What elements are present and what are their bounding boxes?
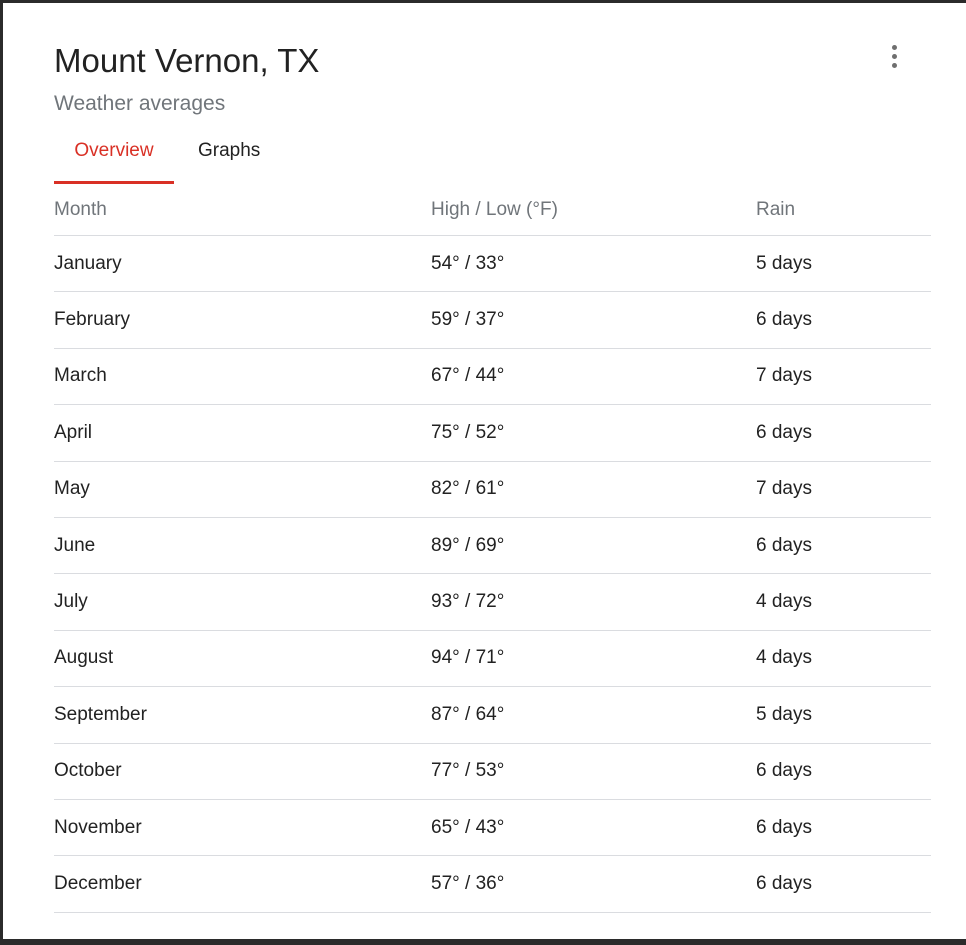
rain-cell: 6 days: [756, 421, 812, 443]
more-vert-icon: [891, 44, 897, 50]
rain-cell: 7 days: [756, 478, 812, 500]
weather-table: Month High / Low (°F) Rain January 54° / …: [54, 184, 931, 913]
rain-cell: 7 days: [756, 365, 812, 387]
temp-cell: 57° / 36°: [431, 872, 505, 894]
table-row: October 77° / 53° 6 days: [54, 744, 931, 800]
rain-cell: 6 days: [756, 872, 812, 894]
month-cell: November: [54, 816, 142, 838]
month-cell: May: [54, 478, 90, 500]
table-body: January 54° / 33° 5 days February 59° / 37° 6…: [54, 236, 931, 913]
more-vert-icon-dot: [891, 53, 897, 59]
month-cell: December: [54, 872, 142, 894]
rain-cell: 6 days: [756, 534, 812, 556]
table-row: March 67° / 44° 7 days: [54, 349, 931, 406]
month-cell: July: [54, 591, 88, 613]
temp-cell: 94° / 71°: [431, 647, 505, 669]
column-header-temp: High / Low (°F): [431, 198, 558, 220]
weather-card: Mount Vernon, TX Weather averages Overvi…: [3, 3, 966, 939]
temp-cell: 93° / 72°: [431, 591, 505, 613]
page-subtitle: Weather averages: [54, 92, 226, 115]
rain-cell: 4 days: [756, 591, 812, 613]
table-row: May 82° / 61° 7 days: [54, 462, 931, 518]
table-row: June 89° / 69° 6 days: [54, 518, 931, 575]
more-options-button[interactable]: [879, 41, 909, 71]
month-cell: June: [54, 534, 96, 556]
temp-cell: 54° / 33°: [431, 252, 505, 274]
month-cell: April: [54, 421, 93, 443]
more-vert-icon-dot: [891, 62, 897, 68]
month-cell: August: [54, 647, 114, 669]
month-cell: January: [54, 252, 122, 274]
rain-cell: 5 days: [756, 703, 812, 725]
temp-cell: 77° / 53°: [431, 760, 505, 782]
temp-cell: 89° / 69°: [431, 534, 505, 556]
rain-cell: 6 days: [756, 816, 812, 838]
rain-cell: 6 days: [756, 760, 812, 782]
table-row: April 75° / 52° 6 days: [54, 405, 931, 462]
tab-bar: Overview Graphs: [54, 129, 281, 184]
temp-cell: 87° / 64°: [431, 703, 505, 725]
table-row: December 57° / 36° 6 days: [54, 856, 931, 913]
temp-cell: 59° / 37°: [431, 309, 505, 331]
tab-overview[interactable]: Overview: [54, 129, 174, 184]
card-header: Mount Vernon, TX Weather averages: [54, 41, 936, 117]
month-cell: February: [54, 309, 131, 331]
table-row: July 93° / 72° 4 days: [54, 574, 931, 631]
temp-cell: 65° / 43°: [431, 816, 505, 838]
month-cell: September: [54, 703, 147, 725]
rain-cell: 5 days: [756, 252, 812, 274]
rain-cell: 4 days: [756, 647, 812, 669]
table-row: September 87° / 64° 5 days: [54, 687, 931, 744]
table-row: January 54° / 33° 5 days: [54, 236, 931, 293]
temp-cell: 67° / 44°: [431, 365, 505, 387]
temp-cell: 75° / 52°: [431, 421, 505, 443]
month-cell: March: [54, 365, 107, 387]
table-row: August 94° / 71° 4 days: [54, 631, 931, 688]
table-row: February 59° / 37° 6 days: [54, 292, 931, 349]
column-header-rain: Rain: [756, 198, 796, 220]
table-header-row: Month High / Low (°F) Rain: [54, 184, 931, 236]
column-header-month: Month: [54, 198, 107, 220]
tab-graphs[interactable]: Graphs: [174, 129, 281, 184]
rain-cell: 6 days: [756, 309, 812, 331]
temp-cell: 82° / 61°: [431, 478, 505, 500]
table-row: November 65° / 43° 6 days: [54, 800, 931, 857]
month-cell: October: [54, 760, 122, 782]
page-title: Mount Vernon, TX: [54, 42, 320, 79]
